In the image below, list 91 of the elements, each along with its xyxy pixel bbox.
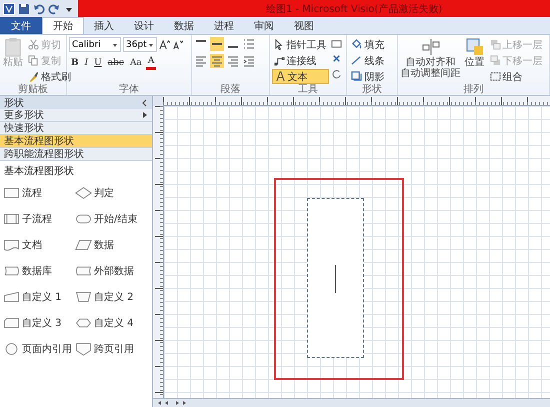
indent-icon[interactable] — [242, 54, 256, 68]
align-left-icon[interactable] — [194, 54, 208, 68]
submenu-arrow-icon — [142, 111, 148, 119]
flowchart-shape-icon — [75, 316, 92, 330]
position-icon — [464, 37, 485, 57]
position-button[interactable]: 位置 — [464, 37, 486, 68]
group-label: 排列 — [462, 84, 484, 95]
layers-icon — [490, 55, 501, 66]
flowchart-shape-icon — [75, 186, 92, 200]
stencil-menu-item[interactable]: 基本流程图形状 — [0, 135, 152, 148]
undo-icon[interactable] — [33, 2, 45, 14]
align-middle-icon[interactable] — [210, 37, 224, 51]
save-icon[interactable] — [18, 2, 30, 14]
align-center-icon[interactable] — [210, 54, 224, 68]
tool-icon — [274, 71, 286, 82]
tool-button[interactable]: 连接线 — [272, 53, 329, 68]
stencil-title: 基本流程图形状 — [3, 164, 75, 179]
ribbon-tab[interactable]: 文件 — [0, 17, 42, 34]
ribbon-tab[interactable]: 进程 — [204, 17, 244, 34]
tool-button[interactable]: 文本 — [272, 69, 329, 84]
shape-format-button[interactable]: 线条 — [349, 53, 386, 68]
format-icon — [351, 39, 362, 50]
dropdown-caret-icon[interactable] — [112, 42, 118, 48]
redo-icon[interactable] — [48, 2, 60, 14]
tool-icon — [274, 39, 285, 50]
align-shapes-icon — [420, 37, 441, 57]
flowchart-shape-icon — [75, 238, 92, 252]
ribbon-tab[interactable]: 视图 — [284, 17, 324, 34]
scissors-icon — [28, 39, 39, 50]
text-cursor — [335, 265, 336, 293]
flowchart-shape-icon — [3, 264, 20, 278]
align-right-icon[interactable] — [226, 54, 240, 68]
font-family-field[interactable]: Calibri — [69, 37, 121, 52]
group-icon — [490, 71, 501, 82]
flowchart-shape-icon — [75, 290, 92, 304]
brush-icon — [28, 71, 39, 82]
flowchart-shape-icon — [3, 342, 20, 356]
button-label-line: 自动对齐和 — [406, 57, 456, 68]
page-navigation-icon[interactable] — [157, 400, 187, 406]
app-icon[interactable] — [3, 2, 15, 14]
collapse-icon[interactable] — [142, 98, 148, 106]
window-title: 绘图1 - Microsoft Visio(产品激活失败) — [266, 2, 442, 16]
format-painter-button[interactable]: 格式刷 — [26, 69, 73, 84]
format-button[interactable]: U — [92, 55, 104, 70]
dropdown-caret-icon[interactable] — [148, 42, 154, 48]
stencil-menu-item[interactable]: 快速形状 — [0, 122, 152, 135]
shrink-font-icon[interactable] — [172, 39, 183, 50]
tool-icon — [274, 55, 285, 66]
font-size-field[interactable]: 36pt — [123, 37, 157, 52]
auto-align-button[interactable]: 自动对齐和 自动调整间距 — [400, 37, 462, 79]
group-button[interactable]: 组合 — [488, 69, 545, 84]
format-button[interactable]: abc — [106, 55, 126, 70]
flowchart-shape-icon — [3, 290, 20, 304]
stencil-menu-item[interactable]: 更多形状 — [0, 109, 152, 122]
ribbon-tab[interactable]: 审阅 — [244, 17, 284, 34]
clipboard-icon — [3, 37, 23, 57]
ribbon-tab[interactable]: 插入 — [84, 17, 124, 34]
grow-font-icon[interactable] — [159, 39, 170, 50]
close-icon[interactable] — [330, 53, 342, 64]
group-label: 形状 — [360, 84, 383, 95]
format-icon — [351, 71, 362, 82]
group-label: 段落 — [219, 84, 242, 95]
flowchart-shape-icon — [75, 264, 92, 278]
copy-icon — [28, 55, 39, 66]
format-button[interactable]: I — [82, 55, 90, 70]
flowchart-shape-icon — [3, 186, 20, 200]
layers-icon — [490, 39, 501, 50]
rotate-icon[interactable] — [330, 68, 342, 79]
tool-button[interactable]: 指针工具 — [272, 37, 329, 52]
bullets-icon[interactable] — [242, 37, 256, 51]
ribbon-tab[interactable]: 开始 — [42, 17, 84, 34]
group-label: 工具 — [297, 84, 320, 95]
format-button[interactable]: Aa — [128, 55, 144, 70]
stencil-menu-item[interactable]: 跨职能流程图形状 — [0, 148, 152, 161]
group-label: 字体 — [118, 84, 140, 95]
font-color-button[interactable]: A — [146, 56, 156, 70]
ribbon-tab[interactable]: 设计 — [124, 17, 164, 34]
flowchart-shape-icon — [3, 316, 20, 330]
flowchart-shape-icon — [75, 342, 92, 356]
flowchart-shape-icon — [3, 238, 20, 252]
text-box[interactable] — [307, 198, 364, 358]
shape-format-button[interactable]: 填充 — [349, 37, 386, 52]
panel-title: 形状 — [4, 96, 24, 110]
flowchart-shape-icon — [3, 212, 20, 226]
format-icon — [351, 55, 362, 66]
flowchart-shape-icon — [75, 212, 92, 226]
rectangle-icon[interactable] — [330, 38, 342, 49]
button-label-line: 自动调整间距 — [400, 68, 461, 79]
group-label: 剪贴板 — [17, 84, 49, 95]
ribbon-tab[interactable]: 数据 — [164, 17, 204, 34]
shape-format-button[interactable]: 阴影 — [349, 69, 386, 84]
